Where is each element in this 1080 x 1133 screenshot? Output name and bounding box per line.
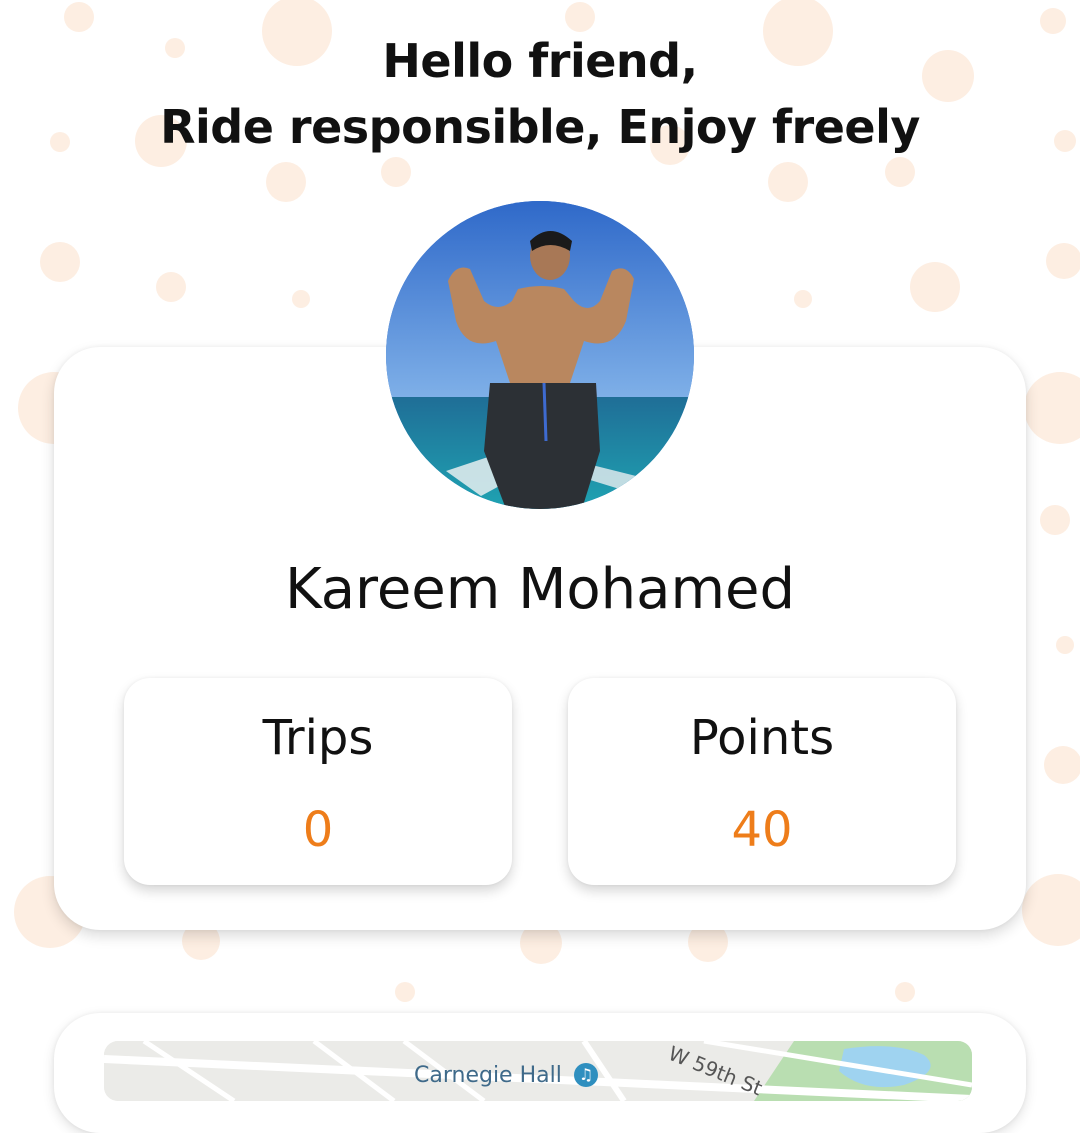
greeting-line-2: Ride responsible, Enjoy freely	[160, 100, 920, 154]
background-dot	[1044, 746, 1080, 784]
background-dot	[1056, 636, 1074, 654]
background-dot	[794, 290, 812, 308]
background-dot	[895, 982, 915, 1002]
background-dot	[910, 262, 960, 312]
background-dot	[885, 157, 915, 187]
user-name: Kareem Mohamed	[284, 557, 796, 622]
background-dot	[1022, 874, 1080, 946]
background-dot	[381, 157, 411, 187]
music-note-icon[interactable]: ♫	[574, 1063, 598, 1087]
avatar-photo	[386, 201, 694, 509]
avatar[interactable]	[386, 201, 694, 509]
trips-stat-card[interactable]: Trips 0	[124, 678, 512, 885]
greeting-header: Hello friend, Ride responsible, Enjoy fr…	[0, 28, 1080, 160]
map-view[interactable]: W 59th St Carnegie Hall ♫	[104, 1041, 972, 1101]
background-dot	[266, 162, 306, 202]
points-label: Points	[689, 710, 835, 766]
background-dot	[292, 290, 310, 308]
background-dot	[395, 982, 415, 1002]
background-dot	[1024, 372, 1080, 444]
trips-label: Trips	[262, 710, 374, 766]
background-dot	[1046, 243, 1080, 279]
points-value: 40	[731, 802, 793, 858]
trips-value: 0	[302, 802, 334, 858]
background-dot	[40, 242, 80, 282]
map-poi-label[interactable]: Carnegie Hall	[414, 1063, 562, 1088]
points-stat-card[interactable]: Points 40	[568, 678, 956, 885]
background-dot	[156, 272, 186, 302]
greeting-line-1: Hello friend,	[382, 34, 698, 88]
background-dot	[1040, 505, 1070, 535]
background-dot	[768, 162, 808, 202]
